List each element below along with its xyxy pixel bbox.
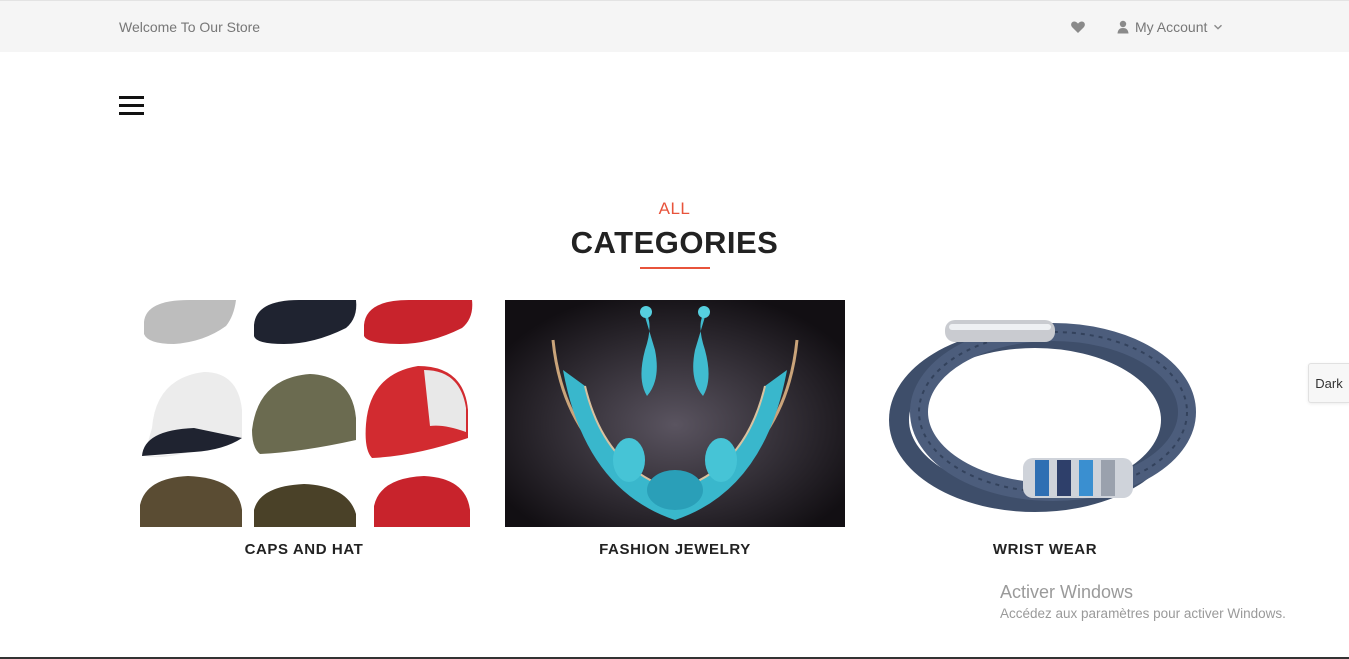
welcome-text: Welcome To Our Store <box>119 19 261 35</box>
title-underline <box>640 267 710 269</box>
my-account-dropdown[interactable]: My Account <box>1117 19 1223 35</box>
chevron-down-icon <box>1213 23 1223 31</box>
necklace-earrings-photo[interactable] <box>505 300 845 527</box>
category-jewelry-label[interactable]: FASHION JEWELRY <box>505 541 845 558</box>
hamburger-menu-icon[interactable] <box>119 95 145 117</box>
caps-grid-photo[interactable] <box>134 300 474 527</box>
section-title: CATEGORIES <box>570 225 779 260</box>
user-icon <box>1117 20 1129 34</box>
section-subtitle: ALL <box>658 199 691 218</box>
windows-activation-subtitle: Accédez aux paramètres pour activer Wind… <box>1000 606 1286 621</box>
windows-activation-watermark: Activer Windows Accédez aux paramètres p… <box>1000 582 1286 621</box>
category-caps-label[interactable]: CAPS AND HAT <box>134 541 474 558</box>
windows-activation-title: Activer Windows <box>1000 582 1134 602</box>
category-wrist-wear-label[interactable]: WRIST WEAR <box>875 541 1215 558</box>
leather-bracelet-photo[interactable] <box>875 300 1215 527</box>
top-bar: Welcome To Our Store My Account <box>0 0 1349 52</box>
dark-mode-toggle[interactable]: Dark <box>1308 363 1349 403</box>
my-account-label: My Account <box>1135 19 1208 35</box>
heart-icon[interactable] <box>1070 19 1086 35</box>
